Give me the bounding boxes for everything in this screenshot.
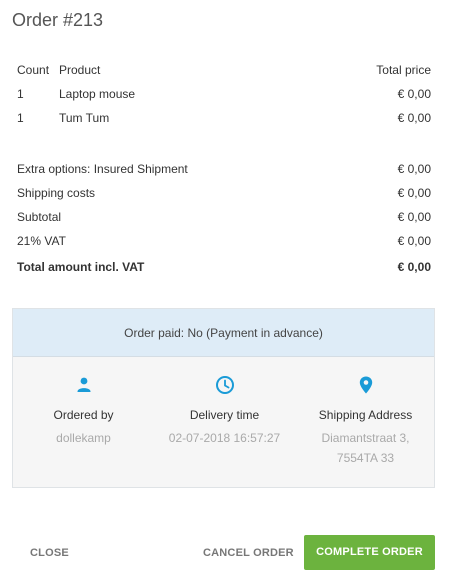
header-count: Count — [17, 63, 50, 77]
cancel-order-button[interactable]: CANCEL ORDER — [203, 547, 294, 559]
summary-subtotal: Subtotal € 0,00 — [17, 209, 431, 225]
table-header: Count Product Total price — [17, 62, 431, 78]
total-value: € 0,00 — [397, 260, 431, 274]
table-row: 1 Tum Tum € 0,00 — [17, 110, 431, 126]
summary-label: 21% VAT — [17, 234, 66, 248]
shipping-address-line1: Diamantstraat 3, — [321, 431, 410, 445]
ordered-by-section: Ordered by dollekamp — [13, 375, 154, 448]
person-icon — [74, 375, 94, 395]
clock-icon — [215, 375, 235, 395]
item-count: 1 — [17, 111, 24, 125]
delivery-time-section: Delivery time 02-07-2018 16:57:27 — [154, 375, 295, 448]
item-product: Tum Tum — [59, 111, 110, 125]
summary-extra-options: Extra options: Insured Shipment € 0,00 — [17, 161, 431, 177]
item-price: € 0,00 — [397, 111, 431, 125]
summary-total: Total amount incl. VAT € 0,00 — [17, 259, 431, 275]
shipping-address-section: Shipping Address Diamantstraat 3, 7554TA… — [295, 375, 436, 468]
order-title: Order #213 — [12, 10, 104, 30]
summary-label: Subtotal — [17, 210, 62, 224]
ordered-by-value: dollekamp — [56, 431, 111, 445]
item-product: Laptop mouse — [59, 87, 136, 101]
header-product: Product — [59, 63, 101, 77]
shipping-address-line2: 7554TA 33 — [336, 451, 395, 465]
payment-status-banner: Order paid: No (Payment in advance) — [13, 309, 434, 357]
summary-label: Extra options: Insured Shipment — [17, 162, 188, 176]
summary-value: € 0,00 — [397, 234, 431, 248]
summary-value: € 0,00 — [397, 162, 431, 176]
delivery-time-label: Delivery time — [189, 408, 260, 422]
close-button[interactable]: CLOSE — [30, 547, 69, 559]
order-details-panel: Order paid: No (Payment in advance) Orde… — [12, 308, 435, 488]
ordered-by-label: Ordered by — [53, 408, 114, 422]
delivery-time-value: 02-07-2018 16:57:27 — [168, 431, 281, 445]
item-price: € 0,00 — [397, 87, 431, 101]
shipping-address-label: Shipping Address — [318, 408, 413, 422]
item-count: 1 — [17, 87, 24, 101]
summary-value: € 0,00 — [397, 186, 431, 200]
complete-order-button[interactable]: COMPLETE ORDER — [304, 535, 435, 570]
summary-shipping-costs: Shipping costs € 0,00 — [17, 185, 431, 201]
summary-vat: 21% VAT € 0,00 — [17, 233, 431, 249]
summary-label: Shipping costs — [17, 186, 96, 200]
summary-value: € 0,00 — [397, 210, 431, 224]
table-row: 1 Laptop mouse € 0,00 — [17, 86, 431, 102]
total-label: Total amount incl. VAT — [17, 260, 145, 274]
location-pin-icon — [356, 375, 376, 395]
header-total-price: Total price — [376, 63, 431, 77]
